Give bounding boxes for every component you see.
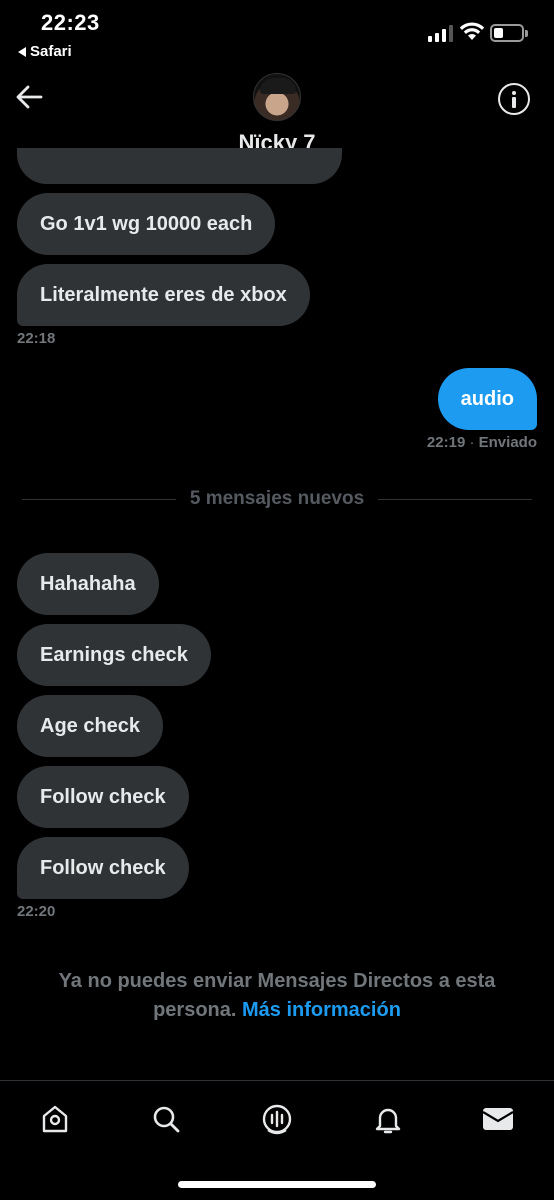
home-icon[interactable]: [35, 1101, 75, 1137]
status-time: 22:23: [41, 10, 100, 35]
cellular-signal-icon: [428, 24, 453, 42]
battery-icon: [490, 24, 528, 42]
back-to-app-button[interactable]: Safari: [18, 43, 72, 60]
search-icon[interactable]: [146, 1101, 186, 1137]
spaces-icon[interactable]: [257, 1101, 297, 1137]
home-indicator[interactable]: [178, 1181, 376, 1188]
message-bubble-outgoing[interactable]: audio: [437, 368, 537, 430]
new-messages-divider: 5 mensajes nuevos: [22, 488, 533, 510]
outgoing-timestamp: 22:19 · Enviado: [426, 434, 537, 451]
message-bubble-incoming[interactable]: Hahahaha: [17, 553, 159, 615]
back-triangle-icon: [18, 46, 26, 57]
new-messages-label: 5 mensajes nuevos: [189, 488, 365, 509]
message-bubble-incoming[interactable]: Follow check: [17, 837, 189, 899]
notifications-icon[interactable]: [368, 1101, 408, 1137]
message-bubble-incoming[interactable]: Age check: [17, 695, 164, 757]
message-timestamp: 22:18: [17, 330, 56, 347]
messages-icon[interactable]: [478, 1101, 518, 1137]
back-arrow-icon[interactable]: [14, 84, 44, 110]
message-bubble-incoming[interactable]: Earnings check: [17, 624, 211, 686]
message-bubble-incoming[interactable]: Go 1v1 wg 10000 each: [17, 193, 276, 255]
dm-restricted-notice: Ya no puedes enviar Mensajes Directos a …: [30, 967, 524, 1025]
message-bubble-partial: [17, 148, 342, 184]
wifi-icon: [459, 22, 485, 40]
contact-avatar[interactable]: [253, 73, 301, 121]
info-icon[interactable]: [498, 83, 530, 115]
message-timestamp: 22:20: [17, 903, 56, 920]
outgoing-time: 22:19: [426, 434, 466, 451]
back-app-label: Safari: [30, 43, 72, 60]
message-bubble-incoming[interactable]: Literalmente eres de xbox: [17, 264, 310, 326]
outgoing-status: Enviado: [478, 434, 537, 451]
more-info-link[interactable]: Más información: [242, 999, 401, 1021]
message-bubble-incoming[interactable]: Follow check: [17, 766, 189, 828]
